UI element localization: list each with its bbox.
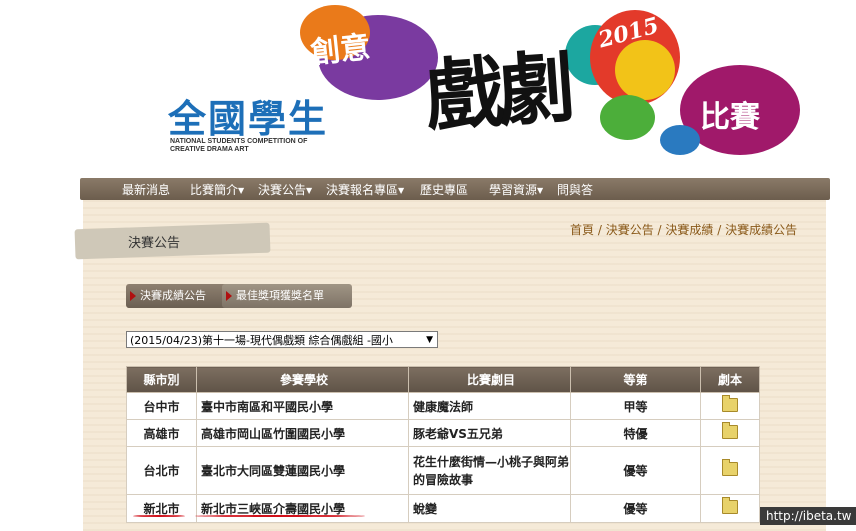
cell-county: 台中市: [126, 392, 197, 420]
caret-down-icon: ▼: [398, 186, 405, 195]
cell-school: 新北市三峽區介壽國民小學: [196, 494, 409, 523]
cell-school: 臺中市南區和平國民小學: [196, 392, 409, 420]
nav-item-news[interactable]: 最新消息: [122, 181, 170, 198]
splash-blue: [660, 125, 700, 155]
splash-yellow: [615, 40, 675, 100]
session-select[interactable]: (2015/04/23)第十一場-現代偶戲類 綜合偶戲組 -國小 ▼: [126, 331, 438, 348]
folder-icon[interactable]: [722, 459, 738, 476]
dropdown-arrow-icon: ▼: [426, 335, 433, 345]
nav-item-registration-label: 決賽報名專區: [326, 183, 399, 197]
folder-icon[interactable]: [722, 497, 738, 514]
breadcrumb-final-results[interactable]: 決賽成績: [665, 223, 713, 237]
cell-school: 臺北市大同區雙蓮國民小學: [196, 446, 409, 495]
tab-best-awards-label: 最佳獎項獲獎名單: [236, 289, 324, 302]
caret-down-icon: ▼: [238, 186, 245, 195]
breadcrumb-final-announce[interactable]: 決賽公告: [606, 223, 654, 237]
results-table: 縣市別 參賽學校 比賽劇目 等第 劇本 台中市 臺中市南區和平國民小學 健康魔法…: [126, 366, 760, 523]
nav-item-registration[interactable]: 決賽報名專區▼: [326, 181, 404, 198]
header-grade: 等第: [570, 366, 701, 393]
header-script: 劇本: [700, 366, 760, 393]
creative-text: 創意: [308, 29, 373, 72]
cell-play: 蛻變: [408, 494, 571, 523]
main-nav: 最新消息 比賽簡介▼ 決賽公告▼ 決賽報名專區▼ 歷史專區 學習資源▼ 問與答: [80, 178, 830, 200]
splash-green: [600, 95, 655, 140]
header-county: 縣市別: [126, 366, 197, 393]
cell-grade: 特優: [570, 419, 701, 447]
nav-item-resources-label: 學習資源: [489, 183, 538, 197]
highlight-underline-school: [195, 515, 365, 517]
breadcrumb-current: 決賽成績公告: [725, 223, 798, 237]
cell-play: 豚老爺VS五兄弟: [408, 419, 571, 447]
cell-grade: 優等: [570, 446, 701, 495]
folder-icon[interactable]: [722, 394, 738, 412]
tab-final-results[interactable]: 決賽成績公告: [126, 284, 232, 308]
cell-play: 花生什麼街情—小桃子與阿弟的冒險故事: [408, 446, 571, 495]
cell-grade: 優等: [570, 494, 701, 523]
logo-subtitle: NATIONAL STUDENTS COMPETITION OF CREATIV…: [170, 138, 307, 154]
nav-item-faq[interactable]: 問與答: [557, 181, 593, 198]
table-row: 台北市 臺北市大同區雙蓮國民小學 花生什麼街情—小桃子與阿弟的冒險故事 優等: [126, 446, 760, 495]
competition-text: 比賽: [700, 100, 760, 135]
table-row: 台中市 臺中市南區和平國民小學 健康魔法師 甲等: [126, 392, 760, 420]
nav-item-history[interactable]: 歷史專區: [420, 181, 468, 198]
nav-item-resources[interactable]: 學習資源▼: [489, 181, 543, 198]
cell-county: 台北市: [126, 446, 197, 495]
cell-school: 高雄市岡山區竹圍國民小學: [196, 419, 409, 447]
highlight-underline-county: [133, 515, 185, 517]
breadcrumb-separator: /: [713, 223, 726, 237]
cell-county: 高雄市: [126, 419, 197, 447]
nav-item-final-announce[interactable]: 決賽公告▼: [258, 181, 312, 198]
nav-item-intro[interactable]: 比賽簡介▼: [190, 181, 244, 198]
session-select-value: (2015/04/23)第十一場-現代偶戲類 綜合偶戲組 -國小: [130, 334, 393, 347]
tab-best-awards[interactable]: 最佳獎項獲獎名單: [222, 284, 352, 308]
banner: 全國學生 NATIONAL STUDENTS COMPETITION OF CR…: [0, 0, 856, 175]
logo-subtitle-line1: NATIONAL STUDENTS COMPETITION OF: [170, 138, 308, 145]
breadcrumb-separator: /: [653, 223, 666, 237]
table-row: 高雄市 高雄市岡山區竹圍國民小學 豚老爺VS五兄弟 特優: [126, 419, 760, 447]
cell-county: 新北市: [126, 494, 197, 523]
page-title: 決賽公告: [128, 236, 181, 251]
cell-script: [700, 446, 760, 495]
breadcrumb-home[interactable]: 首頁: [570, 223, 594, 237]
watermark: http://ibeta.tw: [760, 507, 856, 525]
logo-subtitle-line2: CREATIVE DRAMA ART: [170, 146, 249, 153]
cell-play: 健康魔法師: [408, 392, 571, 420]
caret-down-icon: ▼: [537, 186, 544, 195]
nav-item-intro-label: 比賽簡介: [190, 183, 239, 197]
cell-script: [700, 392, 760, 420]
folder-icon[interactable]: [722, 421, 738, 439]
cell-script: [700, 419, 760, 447]
breadcrumb: 首頁 / 決賽公告 / 決賽成績 / 決賽成績公告: [570, 221, 797, 238]
play-arrow-icon: [130, 291, 136, 301]
nav-item-final-label: 決賽公告: [258, 183, 307, 197]
header-play: 比賽劇目: [408, 366, 571, 393]
table-header-row: 縣市別 參賽學校 比賽劇目 等第 劇本: [126, 366, 760, 393]
breadcrumb-separator: /: [594, 223, 606, 237]
cell-script: [700, 494, 760, 523]
play-arrow-icon: [226, 291, 232, 301]
drama-text: 戲劇: [422, 42, 573, 143]
caret-down-icon: ▼: [306, 186, 313, 195]
header-school: 參賽學校: [196, 366, 409, 393]
cell-grade: 甲等: [570, 392, 701, 420]
table-row: 新北市 新北市三峽區介壽國民小學 蛻變 優等: [126, 494, 760, 523]
logo-title: 全國學生: [168, 97, 329, 141]
tab-final-results-label: 決賽成績公告: [140, 289, 206, 302]
